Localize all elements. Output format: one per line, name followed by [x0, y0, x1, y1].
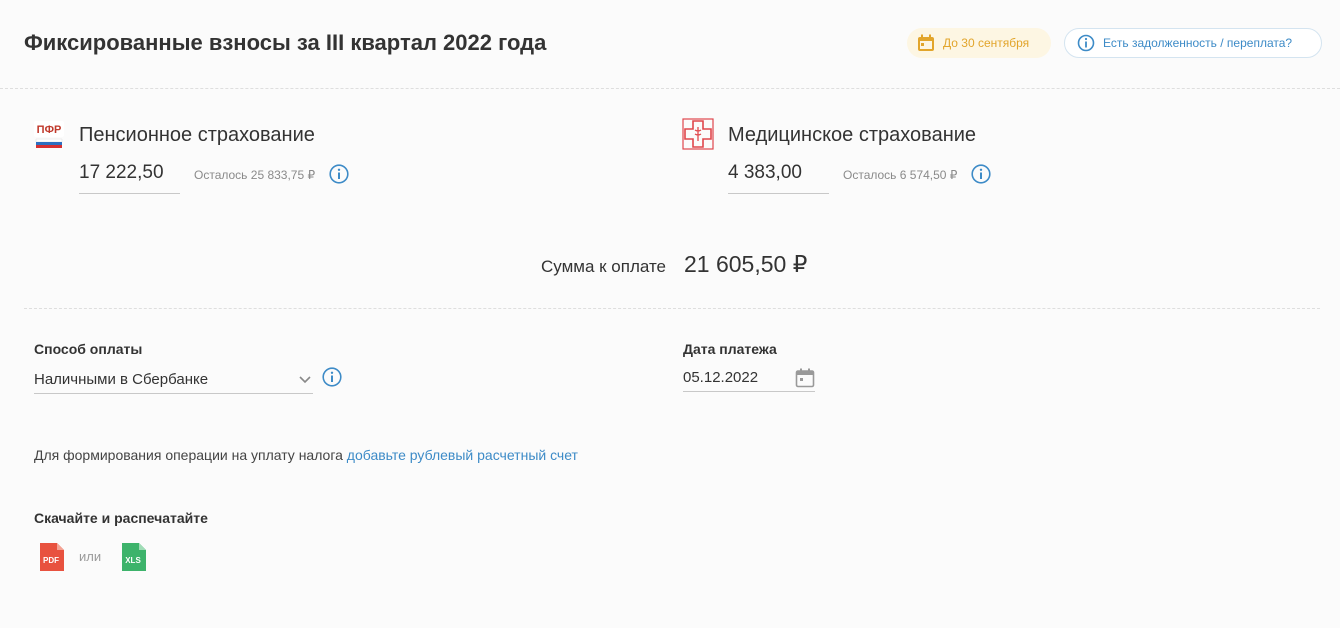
pdf-label: PDF — [43, 556, 59, 565]
or-separator: или — [79, 549, 102, 564]
payment-date-input[interactable]: 05.12.2022 — [683, 364, 815, 392]
pension-title: Пенсионное страхование — [79, 124, 315, 146]
medical-insurance-icon — [682, 118, 714, 150]
payment-date-label: Дата платежа — [683, 341, 777, 357]
payment-method-label: Способ оплаты — [34, 341, 143, 357]
calendar-icon[interactable] — [795, 368, 815, 388]
medical-remaining: Осталось 6 574,50 ₽ — [843, 168, 958, 182]
account-note: Для формирования операции на уплату нало… — [34, 447, 578, 463]
total-value: 21 605,50 ₽ — [684, 251, 808, 277]
calendar-icon — [918, 34, 934, 51]
debt-overpayment-button[interactable]: Есть задолженность / переплата? — [1064, 28, 1322, 58]
pension-fund-logo-icon: ПФР — [34, 121, 64, 148]
xls-download-icon[interactable]: XLS — [120, 541, 148, 573]
download-label: Скачайте и распечатайте — [34, 510, 208, 526]
pension-info-icon[interactable] — [329, 164, 349, 184]
account-note-text: Для формирования операции на уплату нало… — [34, 447, 347, 463]
pdf-download-icon[interactable]: PDF — [38, 541, 66, 573]
deadline-badge: До 30 сентября — [907, 28, 1051, 58]
pension-remaining: Осталось 25 833,75 ₽ — [194, 168, 316, 182]
pension-amount-input[interactable]: 17 222,50 — [79, 162, 180, 194]
xls-label: XLS — [125, 556, 141, 565]
page-title: Фиксированные взносы за III квартал 2022… — [24, 30, 547, 55]
chevron-down-icon — [299, 375, 311, 383]
payment-method-select[interactable]: Наличными в Сбербанке — [34, 366, 313, 394]
medical-title: Медицинское страхование — [728, 124, 977, 146]
debt-overpayment-label: Есть задолженность / переплата? — [1103, 36, 1293, 50]
add-account-link[interactable]: добавьте рублевый расчетный счет — [347, 447, 578, 463]
medical-amount-input[interactable]: 4 383,00 — [728, 162, 829, 194]
deadline-text: До 30 сентября — [943, 36, 1030, 50]
payment-method-info-icon[interactable] — [322, 367, 342, 387]
section-divider — [24, 308, 1320, 309]
payment-date-value: 05.12.2022 — [683, 369, 759, 386]
header-divider — [0, 88, 1340, 89]
info-icon — [1077, 34, 1095, 52]
pension-logo-text: ПФР — [37, 124, 62, 136]
payment-method-value: Наличными в Сбербанке — [34, 371, 209, 388]
medical-info-icon[interactable] — [971, 164, 991, 184]
total-label: Сумма к оплате — [541, 257, 667, 276]
